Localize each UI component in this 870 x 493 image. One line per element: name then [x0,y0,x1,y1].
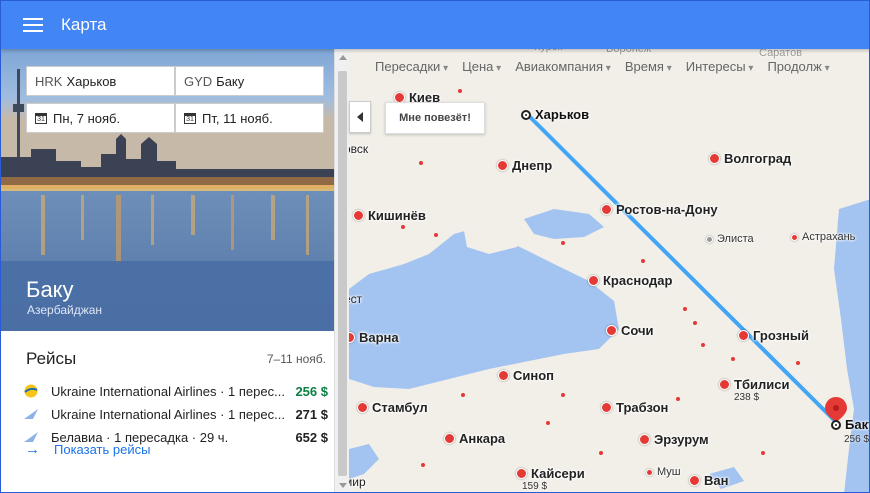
filter-stops[interactable]: Пересадки [375,59,448,74]
destination-panel: HRK Харьков GYD Баку 31 Пн, 7 нояб. 31 П… [1,49,334,492]
map-point [419,161,423,165]
scroll-down-icon[interactable] [339,483,347,488]
top-app-bar: Карта [1,1,869,49]
map-city[interactable]: Кайсери [516,466,585,481]
destination-price: 256 $ [844,434,870,445]
city-price: 159 $ [522,481,548,492]
map-city[interactable]: Трабзон [601,400,668,415]
panel-scrollbar[interactable] [334,49,349,492]
airline-logo-icon [23,384,39,398]
map-filters-bar: Пересадки Цена Авиакомпания Время Интере… [349,51,869,81]
map-city[interactable]: Синоп [498,368,554,383]
feeling-lucky-button[interactable]: Мне повезёт! [385,102,485,134]
map-city[interactable]: Ростов-на-Дону [601,202,718,217]
origin-ring-icon [521,109,531,120]
arrow-right-icon: → [25,441,40,458]
map-city[interactable]: Днепр [497,158,552,173]
map-city[interactable]: Ван [689,473,728,488]
map-city[interactable]: Варна [344,330,399,345]
map-pin-icon [738,330,749,341]
app-window: Карта HRK Харьков GYD Баку 31 Пн, 7 нояб… [0,0,870,493]
map-pin-icon [639,434,650,445]
map-city[interactable]: Эрзурум [639,432,709,447]
map-pin-icon [791,233,798,241]
map-point [761,451,765,455]
map-point [683,307,687,311]
destination-country-name: Азербайджан [27,303,103,317]
show-flights-link[interactable]: → Показать рейсы [25,441,150,458]
map-city[interactable]: Астрахань [791,231,855,243]
calendar-icon: 31 [35,112,47,124]
map-point [693,321,697,325]
map-point [561,393,565,397]
map-pin-icon [353,210,364,221]
filter-duration[interactable]: Продолж [767,59,829,74]
map-city[interactable]: Грозный [738,328,809,343]
map-city[interactable]: Стамбул [357,400,428,415]
map-pin-icon [601,204,612,215]
map-pin-icon [706,235,713,243]
map-point [641,259,645,263]
map-pin-icon [709,153,720,164]
scroll-up-icon[interactable] [339,55,347,60]
destination-hero-image: HRK Харьков GYD Баку 31 Пн, 7 нояб. 31 П… [1,49,334,331]
map-point [461,393,465,397]
collapse-panel-button[interactable] [349,101,371,133]
destination-field[interactable]: GYD Баку [175,66,324,96]
city-price: 238 $ [734,392,760,403]
destination-city-name: Баку [26,277,74,302]
map-point [401,225,405,229]
destination-marker[interactable]: Баку [831,417,869,432]
map-point [731,357,735,361]
filter-price[interactable]: Цена [462,59,501,74]
map-point [676,397,680,401]
depart-date-field[interactable]: 31 Пн, 7 нояб. [26,103,175,133]
map-point [701,343,705,347]
hamburger-menu-icon[interactable] [23,18,43,32]
filter-interests[interactable]: Интересы [686,59,754,74]
origin-marker[interactable]: Харьков [521,107,589,122]
map-city[interactable]: Муш [646,466,681,478]
return-date-field[interactable]: 31 Пт, 11 нояб. [175,103,324,133]
flights-section: Рейсы 7–11 нояб. Ukraine International A… [1,331,334,492]
filter-airline[interactable]: Авиакомпания [515,59,611,74]
map-city[interactable]: Анкара [444,431,505,446]
flights-dates: 7–11 нояб. [266,352,326,366]
map-city[interactable]: Сочи [606,323,654,338]
map-city[interactable]: Краснодар [588,273,672,288]
map-point [458,89,462,93]
map-pin-icon [498,370,509,381]
map-city[interactable]: Тбилиси [719,377,789,392]
map-pin-icon [357,402,368,413]
map-pin-icon [588,275,599,286]
map-pin-icon [497,160,508,171]
map-point [561,241,565,245]
map-pin-icon [689,475,700,486]
map-pin-icon [444,433,455,444]
map-pin-icon [601,402,612,413]
filter-time[interactable]: Время [625,59,672,74]
calendar-icon: 31 [184,112,196,124]
map-point [599,451,603,455]
destination-ring-icon [831,419,841,430]
map-point [796,361,800,365]
map-point [421,463,425,467]
map-pin-icon [606,325,617,336]
flight-row[interactable]: Ukraine International Airlines · 1 перес… [23,382,328,400]
map-point [434,233,438,237]
chevron-left-icon [357,112,363,122]
map-pin-icon [516,468,527,479]
map-pin-icon [719,379,730,390]
map-city[interactable]: Волгоград [709,151,791,166]
map-city[interactable]: Кишинёв [353,208,426,223]
plane-icon [23,407,39,421]
scrollbar-thumb[interactable] [338,71,347,476]
origin-field[interactable]: HRK Харьков [26,66,175,96]
app-title: Карта [61,15,107,34]
flights-title: Рейсы [26,349,77,368]
flight-row[interactable]: Ukraine International Airlines · 1 перес… [23,405,328,423]
map-pin-icon [646,468,653,476]
map-point [546,421,550,425]
map-city[interactable]: Элиста [706,233,754,245]
